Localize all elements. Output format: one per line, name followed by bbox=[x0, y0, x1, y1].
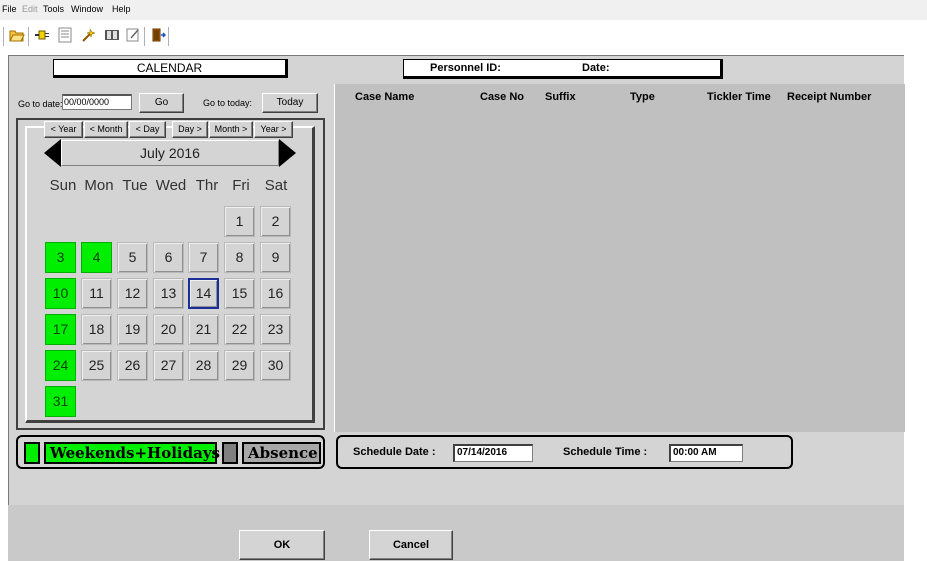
calendar-title: CALENDAR bbox=[53, 59, 288, 78]
next-year-button[interactable]: Year > bbox=[254, 121, 293, 138]
menu-help[interactable]: Help bbox=[112, 4, 131, 14]
button-strip bbox=[8, 505, 904, 561]
plug-icon[interactable] bbox=[33, 26, 51, 44]
menu-edit[interactable]: Edit bbox=[22, 4, 38, 14]
weekends-holidays-label: Weekends+Holidays bbox=[44, 442, 220, 464]
day-cell[interactable]: 30 bbox=[260, 350, 291, 381]
day-cell[interactable]: 31 bbox=[45, 386, 76, 417]
schedule-time-label: Schedule Time : bbox=[563, 446, 648, 458]
schedule-date-label: Schedule Date : bbox=[353, 446, 436, 458]
menu-tools[interactable]: Tools bbox=[43, 4, 64, 14]
month-label: July 2016 bbox=[61, 140, 279, 166]
absence-swatch bbox=[222, 442, 238, 464]
column-case-no[interactable]: Case No bbox=[480, 91, 524, 104]
next-month-arrow-icon[interactable] bbox=[279, 139, 296, 167]
ok-button[interactable]: OK bbox=[239, 530, 325, 560]
day-cell[interactable]: 29 bbox=[224, 350, 255, 381]
list-icon[interactable] bbox=[56, 26, 74, 44]
day-cell[interactable]: 13 bbox=[153, 278, 184, 309]
cancel-button[interactable]: Cancel bbox=[369, 530, 453, 560]
toolbar-separator bbox=[144, 27, 146, 46]
prev-year-button[interactable]: < Year bbox=[44, 121, 83, 138]
column-suffix[interactable]: Suffix bbox=[545, 91, 576, 104]
weekday-sun: Sun bbox=[49, 177, 77, 194]
open-folder-icon[interactable] bbox=[8, 26, 26, 44]
day-cell[interactable]: 11 bbox=[81, 278, 112, 309]
day-cell[interactable]: 10 bbox=[45, 278, 76, 309]
date-label: Date: bbox=[582, 62, 610, 74]
day-cell[interactable]: 27 bbox=[153, 350, 184, 381]
day-cell[interactable]: 16 bbox=[260, 278, 291, 309]
weekday-mon: Mon bbox=[84, 177, 114, 194]
day-cell[interactable]: 23 bbox=[260, 314, 291, 345]
menu-bar: File Edit Tools Window Help bbox=[0, 0, 927, 20]
day-cell[interactable]: 22 bbox=[224, 314, 255, 345]
column-tickler-time[interactable]: Tickler Time bbox=[707, 91, 771, 104]
day-cell[interactable]: 9 bbox=[260, 242, 291, 273]
weekday-fri: Fri bbox=[232, 177, 250, 194]
day-cell[interactable]: 26 bbox=[117, 350, 148, 381]
goto-date-label: Go to date: bbox=[18, 99, 63, 109]
day-cell[interactable]: 18 bbox=[81, 314, 112, 345]
column-type[interactable]: Type bbox=[630, 91, 655, 104]
day-cell[interactable]: 24 bbox=[45, 350, 76, 381]
day-cell[interactable]: 21 bbox=[188, 314, 219, 345]
day-cell[interactable]: 19 bbox=[117, 314, 148, 345]
day-cell[interactable]: 25 bbox=[81, 350, 112, 381]
wizard-icon[interactable] bbox=[80, 26, 98, 44]
weekday-sat: Sat bbox=[264, 177, 288, 194]
next-month-button[interactable]: Month > bbox=[209, 121, 253, 138]
day-cell[interactable]: 8 bbox=[224, 242, 255, 273]
day-cell[interactable]: 6 bbox=[153, 242, 184, 273]
go-button[interactable]: Go bbox=[139, 93, 184, 113]
book-icon[interactable] bbox=[103, 26, 121, 44]
prev-month-button[interactable]: < Month bbox=[84, 121, 128, 138]
day-cell[interactable]: 7 bbox=[188, 242, 219, 273]
day-cell[interactable]: 12 bbox=[117, 278, 148, 309]
day-cell-selected[interactable]: 14 bbox=[188, 278, 219, 309]
toolbar-separator bbox=[28, 27, 30, 46]
exit-door-icon[interactable] bbox=[149, 26, 167, 44]
next-day-button[interactable]: Day > bbox=[172, 121, 208, 138]
right-margin bbox=[904, 55, 927, 561]
toolbar-separator bbox=[3, 27, 5, 46]
column-receipt-number[interactable]: Receipt Number bbox=[787, 91, 871, 104]
day-cell[interactable]: 4 bbox=[81, 242, 112, 273]
goto-date-input[interactable]: 00/00/0000 bbox=[62, 94, 132, 110]
case-list[interactable] bbox=[334, 84, 905, 432]
personnel-id-label: Personnel ID: bbox=[430, 62, 501, 74]
day-cell[interactable]: 1 bbox=[224, 206, 255, 237]
day-cell[interactable]: 3 bbox=[45, 242, 76, 273]
weekday-wed: Wed bbox=[155, 177, 187, 194]
menu-file[interactable]: File bbox=[2, 4, 17, 14]
day-cell[interactable]: 5 bbox=[117, 242, 148, 273]
prev-month-arrow-icon[interactable] bbox=[44, 139, 61, 167]
prev-day-button[interactable]: < Day bbox=[129, 121, 166, 138]
day-cell[interactable]: 2 bbox=[260, 206, 291, 237]
day-cell[interactable]: 15 bbox=[224, 278, 255, 309]
toolbar bbox=[0, 23, 927, 55]
weekday-tue: Tue bbox=[122, 177, 148, 194]
goto-today-label: Go to today: bbox=[203, 98, 253, 108]
menu-window[interactable]: Window bbox=[71, 4, 103, 14]
day-cell[interactable]: 28 bbox=[188, 350, 219, 381]
weekday-thr: Thr bbox=[195, 177, 219, 194]
note-icon[interactable] bbox=[124, 26, 142, 44]
schedule-time-input[interactable]: 00:00 AM bbox=[669, 444, 743, 462]
today-button[interactable]: Today bbox=[262, 93, 318, 113]
toolbar-separator bbox=[168, 27, 170, 46]
day-cell[interactable]: 20 bbox=[153, 314, 184, 345]
schedule-date-input[interactable]: 07/14/2016 bbox=[453, 444, 533, 462]
absence-label: Absence bbox=[242, 442, 321, 464]
day-cell[interactable]: 17 bbox=[45, 314, 76, 345]
weekends-swatch bbox=[24, 442, 40, 464]
column-case-name[interactable]: Case Name bbox=[355, 91, 414, 104]
